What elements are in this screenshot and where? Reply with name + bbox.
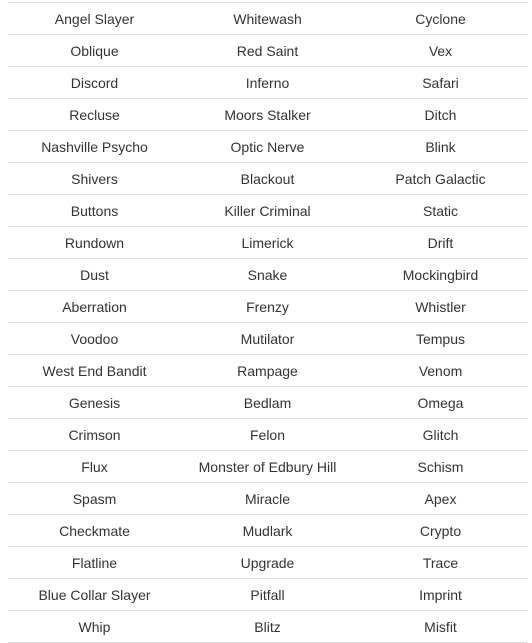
- table-cell: Blink: [354, 130, 527, 163]
- table-cell: Tempus: [354, 322, 527, 355]
- table-cell: Moors Stalker: [181, 98, 354, 131]
- table-row: Dust Snake Mockingbird: [8, 258, 527, 291]
- table-cell: Whistler: [354, 290, 527, 323]
- table-cell: Safari: [354, 66, 527, 99]
- table-cell: Voodoo: [8, 322, 181, 355]
- table-cell: Dust: [8, 258, 181, 291]
- table-row: Recluse Moors Stalker Ditch: [8, 98, 527, 131]
- table-cell: Spasm: [8, 482, 181, 515]
- table-cell: Oblique: [8, 34, 181, 67]
- table-cell: Monster of Edbury Hill: [181, 450, 354, 483]
- names-table: Angel Slayer Whitewash Cyclone Oblique Red S…: [8, 2, 527, 643]
- table-row: West End Bandit Rampage Venom: [8, 354, 527, 387]
- table-cell: Venom: [354, 354, 527, 387]
- table-cell: Nashville Psycho: [8, 130, 181, 163]
- table-cell: Imprint: [354, 578, 527, 611]
- table-row: Crimson Felon Glitch: [8, 418, 527, 451]
- table-cell: Snake: [181, 258, 354, 291]
- table-cell: Optic Nerve: [181, 130, 354, 163]
- table-cell: Blackout: [181, 162, 354, 195]
- table-row: Rundown Limerick Drift: [8, 226, 527, 259]
- table-cell: Cyclone: [354, 2, 527, 35]
- table-cell: Checkmate: [8, 514, 181, 547]
- table-cell: Trace: [354, 546, 527, 579]
- table-cell: Recluse: [8, 98, 181, 131]
- table-cell: Buttons: [8, 194, 181, 227]
- table-cell: Rampage: [181, 354, 354, 387]
- table-cell: Flatline: [8, 546, 181, 579]
- table-cell: Genesis: [8, 386, 181, 419]
- table-row: Checkmate Mudlark Crypto: [8, 514, 527, 547]
- table-cell: Whitewash: [181, 2, 354, 35]
- table-row: Spasm Miracle Apex: [8, 482, 527, 515]
- table-cell: Miracle: [181, 482, 354, 515]
- table-row: Flux Monster of Edbury Hill Schism: [8, 450, 527, 483]
- table-row: Blue Collar Slayer Pitfall Imprint: [8, 578, 527, 611]
- table-row: Whip Blitz Misfit: [8, 610, 527, 643]
- table-row: Nashville Psycho Optic Nerve Blink: [8, 130, 527, 163]
- table-cell: Bedlam: [181, 386, 354, 419]
- table-cell: Shivers: [8, 162, 181, 195]
- table-row: Discord Inferno Safari: [8, 66, 527, 99]
- table-cell: West End Bandit: [8, 354, 181, 387]
- names-table-container: Angel Slayer Whitewash Cyclone Oblique Red S…: [8, 2, 527, 643]
- table-cell: Misfit: [354, 610, 527, 643]
- table-cell: Crypto: [354, 514, 527, 547]
- table-cell: Aberration: [8, 290, 181, 323]
- names-table-body: Angel Slayer Whitewash Cyclone Oblique Red S…: [8, 2, 527, 643]
- table-cell: Red Saint: [181, 34, 354, 67]
- table-row: Buttons Killer Criminal Static: [8, 194, 527, 227]
- table-cell: Schism: [354, 450, 527, 483]
- table-cell: Upgrade: [181, 546, 354, 579]
- table-cell: Patch Galactic: [354, 162, 527, 195]
- table-cell: Ditch: [354, 98, 527, 131]
- table-cell: Blitz: [181, 610, 354, 643]
- table-row: Flatline Upgrade Trace: [8, 546, 527, 579]
- table-cell: Static: [354, 194, 527, 227]
- table-cell: Limerick: [181, 226, 354, 259]
- table-row: Voodoo Mutilator Tempus: [8, 322, 527, 355]
- table-cell: Felon: [181, 418, 354, 451]
- table-cell: Angel Slayer: [8, 2, 181, 35]
- table-cell: Inferno: [181, 66, 354, 99]
- table-cell: Mudlark: [181, 514, 354, 547]
- table-cell: Flux: [8, 450, 181, 483]
- table-cell: Glitch: [354, 418, 527, 451]
- table-cell: Vex: [354, 34, 527, 67]
- table-cell: Rundown: [8, 226, 181, 259]
- table-row: Aberration Frenzy Whistler: [8, 290, 527, 323]
- table-cell: Whip: [8, 610, 181, 643]
- table-row: Genesis Bedlam Omega: [8, 386, 527, 419]
- table-cell: Crimson: [8, 418, 181, 451]
- table-cell: Frenzy: [181, 290, 354, 323]
- table-row: Angel Slayer Whitewash Cyclone: [8, 2, 527, 35]
- table-cell: Omega: [354, 386, 527, 419]
- table-cell: Killer Criminal: [181, 194, 354, 227]
- table-cell: Drift: [354, 226, 527, 259]
- table-cell: Blue Collar Slayer: [8, 578, 181, 611]
- table-cell: Mockingbird: [354, 258, 527, 291]
- table-cell: Pitfall: [181, 578, 354, 611]
- table-row: Oblique Red Saint Vex: [8, 34, 527, 67]
- table-cell: Mutilator: [181, 322, 354, 355]
- table-row: Shivers Blackout Patch Galactic: [8, 162, 527, 195]
- table-cell: Apex: [354, 482, 527, 515]
- table-cell: Discord: [8, 66, 181, 99]
